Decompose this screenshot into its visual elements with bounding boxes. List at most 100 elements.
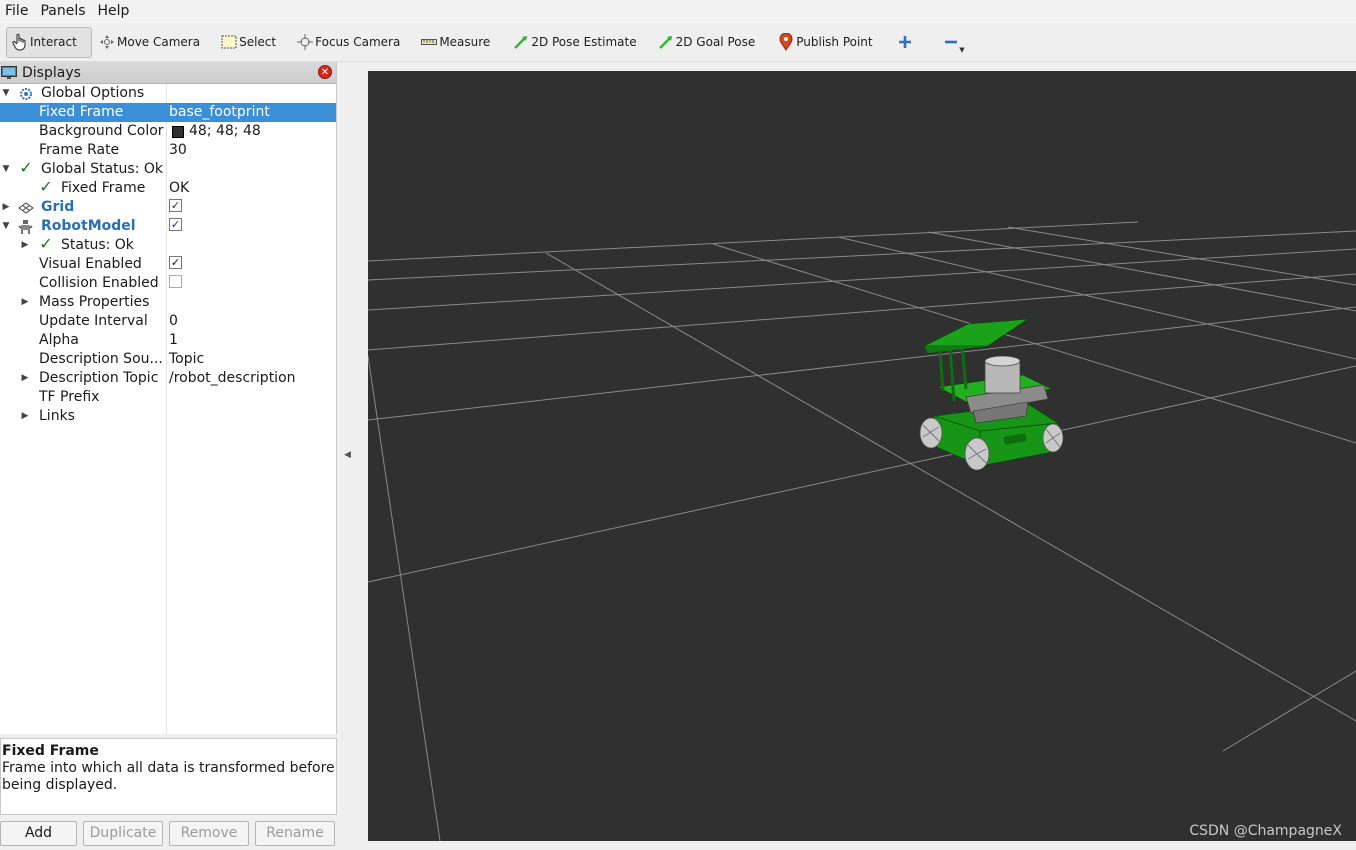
- robot-model-enabled-checkbox[interactable]: ✓: [169, 217, 182, 231]
- robot-model: [919, 318, 1064, 471]
- checkbox-checked[interactable]: ✓: [169, 256, 182, 269]
- tree-row-label: Links: [39, 408, 75, 424]
- frame-rate-value[interactable]: 30: [169, 141, 187, 160]
- select-tool-button[interactable]: Select: [216, 27, 286, 58]
- pose-estimate-tool-button[interactable]: 2D Pose Estimate: [508, 27, 646, 58]
- expand-arrow-icon[interactable]: ▼: [1, 217, 11, 236]
- tree-row-robot-status[interactable]: ▶ ✓ Status: Ok: [0, 234, 336, 255]
- tree-row-description-topic[interactable]: ▶ Description Topic /robot_description: [0, 369, 336, 388]
- collapse-arrow-icon[interactable]: ▶: [20, 236, 30, 255]
- tree-row-visual-enabled[interactable]: Visual Enabled ✓: [0, 255, 336, 274]
- description-topic-value[interactable]: /robot_description: [169, 369, 296, 388]
- tree-row-tf-prefix[interactable]: TF Prefix: [0, 388, 336, 407]
- move-camera-icon: [98, 33, 116, 51]
- ground-grid: [368, 221, 1356, 841]
- collapse-arrow-icon[interactable]: ▶: [20, 407, 30, 426]
- update-interval-value[interactable]: 0: [169, 312, 178, 331]
- displays-panel-header: Displays ✕: [0, 62, 336, 84]
- tree-row-collision-enabled[interactable]: Collision Enabled: [0, 274, 336, 293]
- tree-row-label: Description Sou...: [39, 351, 163, 367]
- tree-row-update-interval[interactable]: Update Interval 0: [0, 312, 336, 331]
- checkmark-icon: ✓: [19, 158, 33, 177]
- move-camera-label: Move Camera: [117, 35, 201, 49]
- remove-tool-button[interactable]: ▼: [931, 27, 971, 58]
- focus-camera-tool-button[interactable]: Focus Camera: [292, 27, 410, 58]
- toolbar: Interact Move Camera Select Focus Camera…: [0, 23, 1356, 62]
- collapse-arrow-icon[interactable]: ▶: [1, 198, 11, 217]
- move-camera-tool-button[interactable]: Move Camera: [94, 27, 210, 58]
- checkmark-icon: ✓: [39, 177, 53, 196]
- goal-pose-label: 2D Goal Pose: [675, 35, 756, 49]
- plus-icon: [898, 36, 911, 48]
- tree-row-label: Status: Ok: [61, 237, 134, 253]
- add-button[interactable]: Add: [0, 821, 77, 846]
- tree-row-fixed-frame[interactable]: Fixed Frame base_footprint: [0, 103, 336, 122]
- ruler-icon: [420, 33, 438, 51]
- grid-and-robot-render: [368, 221, 1356, 841]
- watermark-text: CSDN @ChampagneX: [1189, 823, 1342, 839]
- tree-row-label: RobotModel: [41, 218, 136, 234]
- description-source-value[interactable]: Topic: [169, 350, 204, 369]
- tree-row-global-options[interactable]: ▼ Global Options: [0, 84, 336, 103]
- displays-panel: Displays ✕ ▼ Global Options Fixed Frame …: [0, 62, 337, 734]
- interact-tool-button[interactable]: Interact: [6, 26, 92, 58]
- green-arrow-icon: [657, 33, 675, 51]
- dropdown-arrow-icon: ▼: [959, 45, 965, 54]
- color-swatch: [172, 125, 184, 138]
- robot-icon: [18, 219, 34, 234]
- tree-row-label: Background Color: [39, 123, 164, 139]
- expand-arrow-icon[interactable]: ▼: [1, 84, 11, 103]
- tree-row-description-source[interactable]: Description Sou... Topic: [0, 350, 336, 369]
- tree-row-label: Visual Enabled: [39, 256, 142, 272]
- tree-row-grid[interactable]: ▶ Grid ✓: [0, 198, 336, 217]
- tree-row-label: Mass Properties: [39, 294, 150, 310]
- grid-enabled-checkbox[interactable]: ✓: [169, 198, 182, 212]
- checkbox-checked[interactable]: ✓: [169, 218, 182, 231]
- menu-panels[interactable]: Panels: [35, 0, 92, 23]
- tree-row-mass-properties[interactable]: ▶ Mass Properties: [0, 293, 336, 312]
- hand-pointer-icon: [11, 33, 29, 51]
- tree-row-frame-rate[interactable]: Frame Rate 30: [0, 141, 336, 160]
- tree-row-label: Grid: [41, 199, 75, 215]
- background-color-value[interactable]: 48; 48; 48: [169, 122, 261, 141]
- focus-camera-icon: [296, 33, 314, 51]
- goal-pose-tool-button[interactable]: 2D Goal Pose: [653, 27, 766, 58]
- menu-help[interactable]: Help: [93, 0, 137, 23]
- select-label: Select: [239, 35, 277, 49]
- tree-row-label: Collision Enabled: [39, 275, 159, 291]
- focus-camera-label: Focus Camera: [315, 35, 401, 49]
- gear-icon: [18, 86, 34, 101]
- tree-row-alpha[interactable]: Alpha 1: [0, 331, 336, 350]
- add-tool-button[interactable]: [885, 27, 925, 58]
- menubar: File Panels Help: [0, 0, 1356, 23]
- tree-row-label: Description Topic: [39, 370, 159, 386]
- monitor-icon: [1, 65, 17, 79]
- tree-row-label: Global Options: [41, 85, 145, 101]
- menu-file[interactable]: File: [0, 0, 35, 23]
- checkbox-checked[interactable]: ✓: [169, 199, 182, 212]
- fixed-frame-value[interactable]: base_footprint: [169, 103, 270, 122]
- measure-tool-button[interactable]: Measure: [416, 27, 500, 58]
- tree-row-fixed-frame-status[interactable]: ✓ Fixed Frame OK: [0, 177, 336, 198]
- collapse-arrow-icon[interactable]: ▶: [20, 369, 30, 388]
- collapse-panel-arrow-icon[interactable]: ◀: [344, 450, 356, 462]
- tree-row-links[interactable]: ▶ Links: [0, 407, 336, 426]
- expand-arrow-icon[interactable]: ▼: [1, 160, 11, 179]
- minus-icon: [944, 40, 957, 44]
- property-description-box: Fixed Frame Frame into which all data is…: [0, 738, 337, 815]
- checkbox-unchecked[interactable]: [169, 275, 182, 288]
- rename-button[interactable]: Rename: [255, 821, 335, 846]
- visual-enabled-checkbox[interactable]: ✓: [169, 255, 182, 269]
- pose-estimate-label: 2D Pose Estimate: [531, 35, 637, 49]
- collision-enabled-checkbox[interactable]: [169, 274, 182, 288]
- 3d-viewport[interactable]: CSDN @ChampagneX: [368, 71, 1356, 841]
- fixed-frame-status-value: OK: [169, 180, 190, 196]
- alpha-value[interactable]: 1: [169, 331, 178, 350]
- duplicate-button[interactable]: Duplicate: [83, 821, 163, 846]
- publish-point-tool-button[interactable]: Publish Point: [773, 27, 882, 58]
- close-icon[interactable]: ✕: [318, 65, 332, 79]
- tree-row-background-color[interactable]: Background Color 48; 48; 48: [0, 122, 336, 141]
- collapse-arrow-icon[interactable]: ▶: [20, 293, 30, 312]
- grid-icon: [18, 200, 34, 215]
- remove-button[interactable]: Remove: [169, 821, 249, 846]
